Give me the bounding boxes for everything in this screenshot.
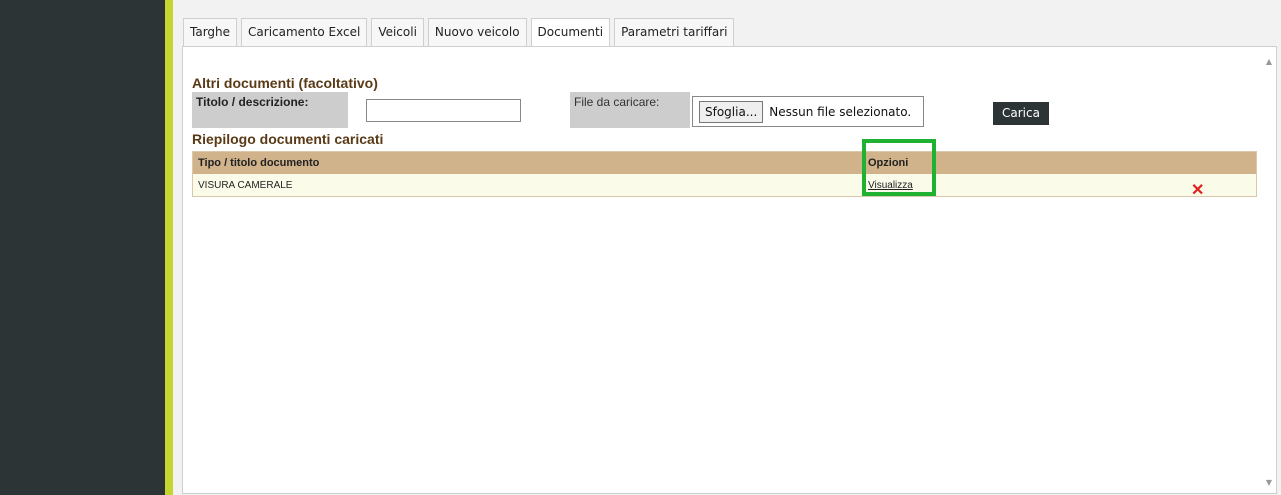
tab-targhe[interactable]: Targhe (183, 18, 238, 46)
summary-section-title: Riepilogo documenti caricati (192, 131, 384, 147)
upload-section-title: Altri documenti (facoltativo) (192, 75, 378, 91)
tab-veicoli[interactable]: Veicoli (371, 18, 424, 46)
table-header: Tipo / titolo documento Opzioni (193, 152, 1256, 174)
description-input[interactable] (366, 99, 521, 122)
documents-panel: ▲ ▼ Altri documenti (facoltativo) Titolo… (182, 46, 1277, 494)
tab-nuovo-veicolo[interactable]: Nuovo veicolo (427, 18, 527, 46)
tab-documenti[interactable]: Documenti (530, 18, 611, 47)
left-sidebar (0, 0, 165, 495)
document-title: VISURA CAMERALE (198, 180, 293, 191)
tab-bar: Targhe Caricamento Excel Veicoli Nuovo v… (183, 18, 735, 47)
close-icon[interactable]: ✕ (1191, 180, 1204, 200)
column-header-title: Tipo / titolo documento (198, 157, 320, 169)
upload-button[interactable]: Carica (993, 102, 1049, 125)
tab-caricamento-excel[interactable]: Caricamento Excel (241, 18, 368, 46)
options-highlight-box (862, 139, 936, 196)
browse-button[interactable]: Sfoglia... (699, 100, 764, 123)
main-area: Targhe Caricamento Excel Veicoli Nuovo v… (173, 0, 1281, 495)
documents-table: Tipo / titolo documento Opzioni VISURA C… (192, 151, 1257, 199)
scroll-up-icon[interactable]: ▲ (1266, 57, 1272, 66)
sidebar-accent-line (165, 0, 173, 495)
file-label: File da caricare: (570, 92, 690, 128)
description-label: Titolo / descrizione: (192, 92, 348, 128)
tab-parametri-tariffari[interactable]: Parametri tariffari (614, 18, 735, 46)
file-status-text: Nessun file selezionato. (769, 104, 912, 119)
file-input[interactable]: Sfoglia... Nessun file selezionato. (692, 96, 924, 127)
vertical-scrollbar[interactable]: ▲ ▼ (1259, 47, 1276, 493)
table-row: VISURA CAMERALE Visualizza ✕ (193, 174, 1256, 199)
scroll-down-icon[interactable]: ▼ (1266, 478, 1272, 487)
